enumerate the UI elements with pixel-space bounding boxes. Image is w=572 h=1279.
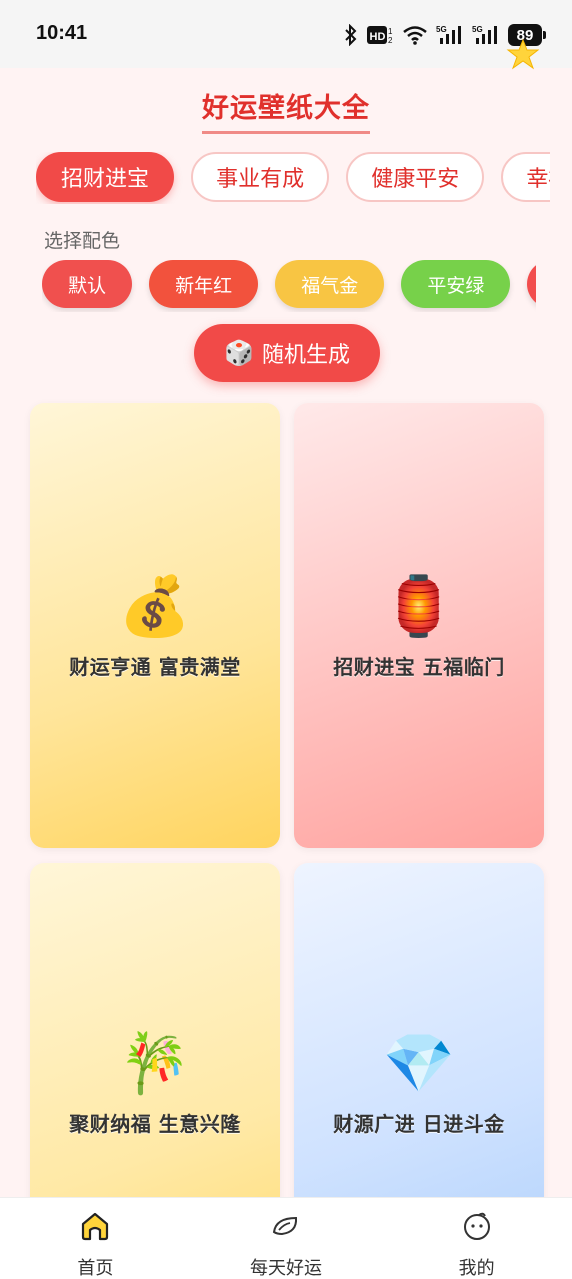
dice-icon: 🎲 [224, 339, 254, 367]
svg-text:2: 2 [388, 36, 393, 45]
diamond-icon: 💎 [382, 1029, 456, 1097]
nav-item-mine[interactable]: 我的 [381, 1198, 572, 1279]
wifi-icon [402, 24, 428, 46]
nav-label: 首页 [77, 1258, 114, 1279]
color-chip-default[interactable]: 默认 [42, 260, 133, 308]
face-icon [461, 1210, 493, 1246]
signal-5g-icon: 5G [436, 24, 464, 46]
star-icon [506, 38, 540, 70]
category-tab-zhaocai[interactable]: 招财进宝 [36, 152, 175, 202]
status-bar: 10:41 HD 1 2 5G 5G 89 [0, 0, 572, 70]
leaf-icon [270, 1210, 302, 1246]
wallpaper-card[interactable]: 🏮 招财进宝 五福临门 [294, 403, 544, 848]
color-chip-new-year-red[interactable]: 新年红 [149, 260, 259, 308]
svg-text:5G: 5G [472, 25, 483, 34]
page-title: 好运壁纸大全 [0, 86, 572, 134]
color-chips: 默认 新年红 福气金 平安绿 喜 [42, 260, 536, 312]
page-title-text: 好运壁纸大全 [202, 86, 370, 134]
card-caption: 财源广进 日进斗金 [333, 1112, 505, 1136]
color-section-label: 选择配色 [44, 230, 121, 252]
bamboo-icon: 🎋 [118, 1029, 192, 1097]
hd-icon: HD 1 2 [366, 24, 394, 46]
category-tabs: 招财进宝 事业有成 健康平安 幸福 [36, 152, 550, 204]
color-chip-fortune-gold[interactable]: 福气金 [275, 260, 385, 308]
random-generate-button[interactable]: 🎲 随机生成 [194, 324, 380, 382]
color-chip-xi[interactable]: 喜 [527, 260, 536, 308]
nav-label: 每天好运 [250, 1258, 322, 1279]
random-generate-label: 随机生成 [261, 343, 350, 368]
category-tab-shiye[interactable]: 事业有成 [191, 152, 330, 202]
svg-text:5G: 5G [436, 25, 447, 34]
wallpaper-card[interactable]: 💰 财运亨通 富贵满堂 [30, 403, 280, 848]
card-caption: 财运亨通 富贵满堂 [69, 655, 241, 679]
category-tab-xingfu[interactable]: 幸福 [501, 152, 550, 202]
color-chip-peace-green[interactable]: 平安绿 [401, 260, 511, 308]
bottom-nav: 首页 每天好运 我的 [0, 1197, 572, 1279]
card-caption: 招财进宝 五福临门 [333, 655, 505, 679]
nav-label: 我的 [458, 1258, 495, 1279]
card-caption: 聚财纳福 生意兴隆 [69, 1112, 241, 1136]
lantern-icon: 🏮 [382, 572, 456, 640]
home-icon [79, 1210, 111, 1246]
svg-text:1: 1 [388, 27, 393, 36]
signal-5g-icon: 5G [472, 24, 500, 46]
category-tab-jiankang[interactable]: 健康平安 [346, 152, 485, 202]
status-time: 10:41 [36, 22, 88, 44]
svg-text:HD: HD [370, 31, 386, 43]
nav-item-daily-luck[interactable]: 每天好运 [191, 1198, 382, 1279]
nav-item-home[interactable]: 首页 [0, 1198, 191, 1279]
money-bag-icon: 💰 [118, 572, 192, 640]
bluetooth-icon [344, 24, 358, 46]
